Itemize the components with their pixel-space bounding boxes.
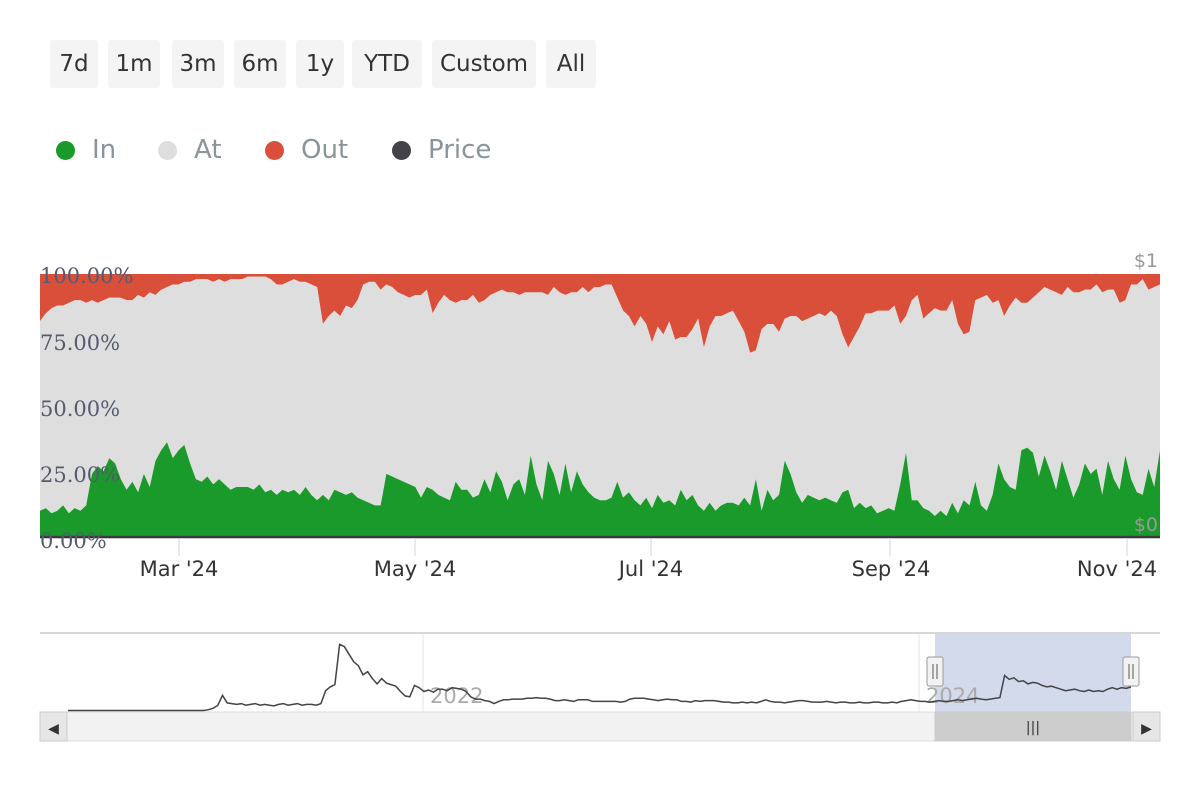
scrollbar: ◀ ||| ▶: [39, 711, 1161, 742]
right-tick-label-max: $1: [1134, 250, 1158, 272]
plot-area: [40, 274, 1160, 539]
scroll-right-arrow-icon: ▶: [1141, 721, 1152, 737]
x-tick-label-sep: Sep '24: [852, 557, 931, 581]
x-tick-label-mar: Mar '24: [140, 557, 219, 581]
navigator: 2022 2024: [40, 632, 1160, 712]
y-tick-label-25: 25.00%: [40, 463, 120, 487]
navigator-handle-left[interactable]: [926, 656, 944, 687]
chart-svg: 100.00% 75.00% 50.00% 25.00% 0.00% $1 $0…: [39, 250, 1161, 742]
right-tick-label-min: $0: [1134, 514, 1158, 536]
scrollbar-thumb-grip-icon: |||: [1026, 720, 1040, 736]
x-axis: Mar '24 May '24 Jul '24 Sep '24 Nov '24: [140, 538, 1157, 581]
x-tick-label-may: May '24: [374, 557, 457, 581]
scroll-left-arrow-icon: ◀: [48, 721, 59, 737]
navigator-handle-right[interactable]: [1122, 656, 1140, 687]
navigator-label-2022: 2022: [430, 684, 483, 708]
x-tick-label-nov: Nov '24: [1077, 557, 1157, 581]
x-tick-label-jul: Jul '24: [617, 557, 684, 581]
y-tick-label-50: 50.00%: [40, 397, 120, 421]
y-tick-label-75: 75.00%: [40, 331, 120, 355]
y-tick-label-0: 0.00%: [40, 529, 107, 553]
y-tick-label-100: 100.00%: [40, 264, 133, 288]
navigator-label-2024: 2024: [926, 684, 979, 708]
